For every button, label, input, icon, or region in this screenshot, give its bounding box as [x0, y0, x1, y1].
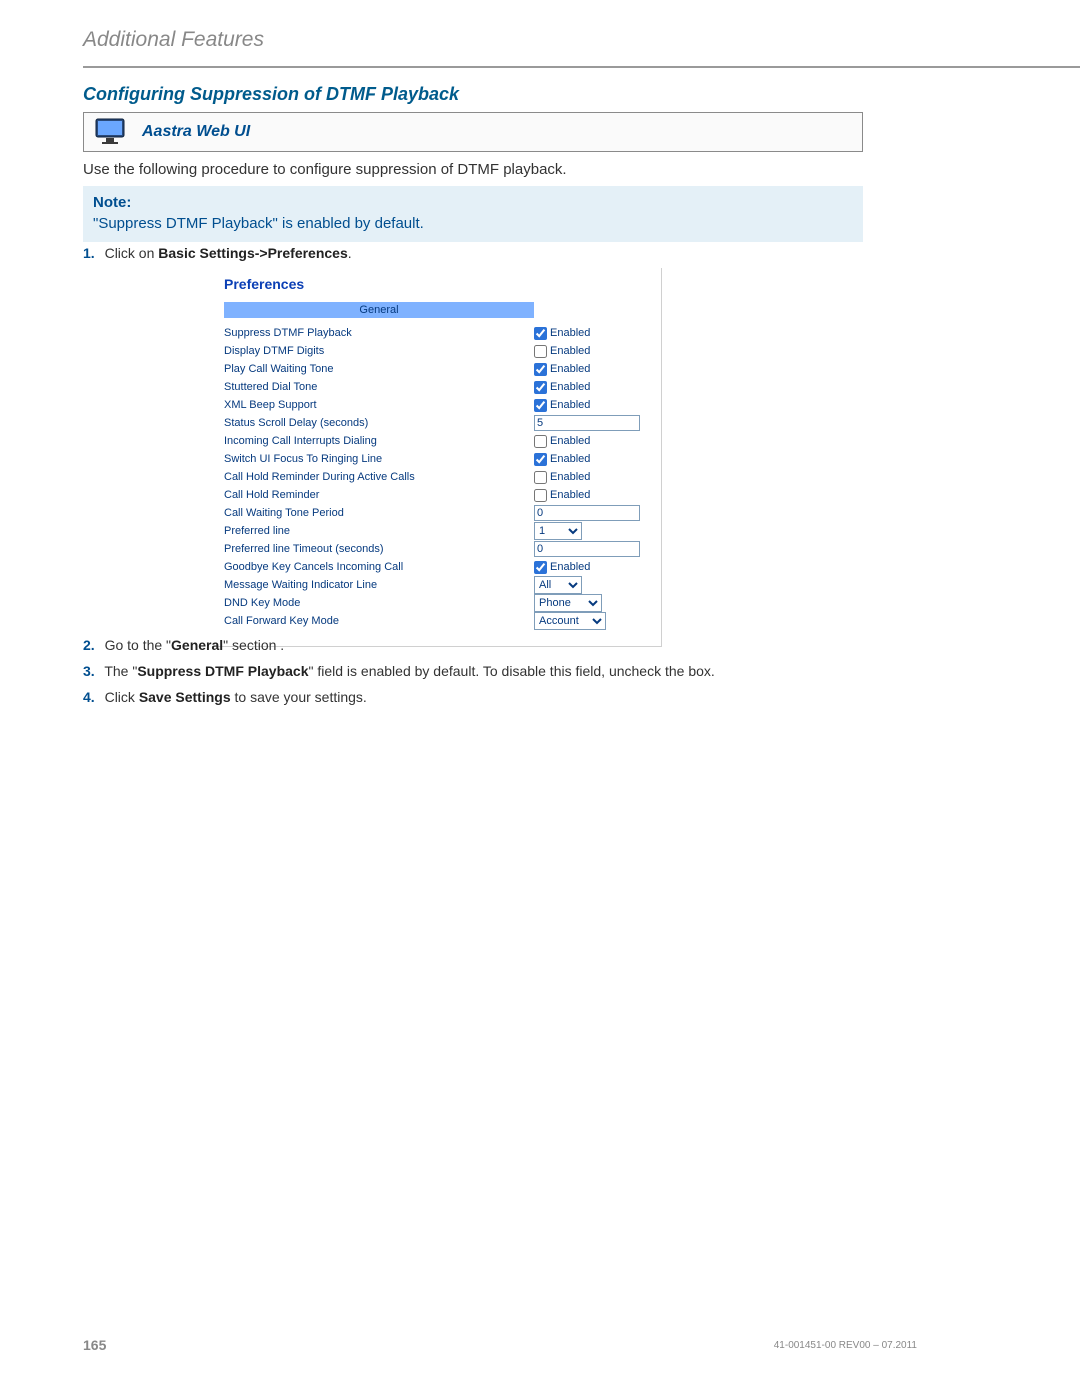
checkbox-goodbye-key-cancels[interactable] [534, 561, 547, 574]
step-2: 2. Go to the "General" section . [83, 637, 284, 653]
callout-label: Aastra Web UI [142, 123, 250, 141]
row-display-dtmf-digits: Display DTMF Digits Enabled [224, 342, 649, 360]
row-label: Goodbye Key Cancels Incoming Call [224, 561, 534, 573]
step-4: 4. Click Save Settings to save your sett… [83, 689, 367, 705]
step-2-pre: Go to the " [105, 637, 171, 653]
enabled-label: Enabled [550, 489, 590, 501]
enabled-label: Enabled [550, 381, 590, 393]
row-label: Preferred line [224, 525, 534, 537]
row-xml-beep-support: XML Beep Support Enabled [224, 396, 649, 414]
step-1-post: . [348, 245, 352, 261]
step-3-num: 3. [83, 663, 95, 679]
row-dnd-key-mode: DND Key Mode Phone [224, 594, 649, 612]
enabled-label: Enabled [550, 399, 590, 411]
row-label: Message Waiting Indicator Line [224, 579, 534, 591]
enabled-label: Enabled [550, 363, 590, 375]
row-suppress-dtmf-playback: Suppress DTMF Playback Enabled [224, 324, 649, 342]
running-head: Additional Features [83, 28, 264, 52]
step-1: 1. Click on Basic Settings->Preferences. [83, 245, 352, 261]
enabled-label: Enabled [550, 435, 590, 447]
page-number: 165 [83, 1337, 106, 1353]
enabled-label: Enabled [550, 453, 590, 465]
step-1-bold: Basic Settings->Preferences [158, 245, 347, 261]
monitor-icon [94, 117, 128, 147]
checkbox-stuttered-dial-tone[interactable] [534, 381, 547, 394]
step-4-num: 4. [83, 689, 95, 705]
step-4-pre: Click [105, 689, 139, 705]
select-cfw-key-mode[interactable]: Account [534, 612, 606, 630]
select-dnd-key-mode[interactable]: Phone [534, 594, 602, 612]
row-call-hold-reminder: Call Hold Reminder Enabled [224, 486, 649, 504]
row-label: Call Waiting Tone Period [224, 507, 534, 519]
row-label: Play Call Waiting Tone [224, 363, 534, 375]
row-label: Switch UI Focus To Ringing Line [224, 453, 534, 465]
input-preferred-line-timeout[interactable] [534, 541, 640, 557]
web-ui-callout: Aastra Web UI [83, 112, 863, 152]
section-title: Configuring Suppression of DTMF Playback [83, 84, 459, 105]
row-label: Incoming Call Interrupts Dialing [224, 435, 534, 447]
select-mwi-line[interactable]: All [534, 576, 582, 594]
row-goodbye-key-cancels: Goodbye Key Cancels Incoming Call Enable… [224, 558, 649, 576]
row-cfw-key-mode: Call Forward Key Mode Account [224, 612, 649, 630]
row-stuttered-dial-tone: Stuttered Dial Tone Enabled [224, 378, 649, 396]
enabled-label: Enabled [550, 471, 590, 483]
step-3: 3. The "Suppress DTMF Playback" field is… [83, 663, 715, 679]
enabled-label: Enabled [550, 345, 590, 357]
note-box: Note: "Suppress DTMF Playback" is enable… [83, 186, 863, 242]
checkbox-play-call-waiting-tone[interactable] [534, 363, 547, 376]
step-4-bold: Save Settings [139, 689, 231, 705]
step-4-post: to save your settings. [231, 689, 367, 705]
checkbox-xml-beep-support[interactable] [534, 399, 547, 412]
row-call-waiting-tone-period: Call Waiting Tone Period [224, 504, 649, 522]
row-incoming-call-interrupts: Incoming Call Interrupts Dialing Enabled [224, 432, 649, 450]
row-label: Display DTMF Digits [224, 345, 534, 357]
row-label: Stuttered Dial Tone [224, 381, 534, 393]
checkbox-call-hold-reminder-active[interactable] [534, 471, 547, 484]
row-mwi-line: Message Waiting Indicator Line All [224, 576, 649, 594]
row-label: Call Hold Reminder During Active Calls [224, 471, 534, 483]
row-preferred-line-timeout: Preferred line Timeout (seconds) [224, 540, 649, 558]
checkbox-switch-ui-focus[interactable] [534, 453, 547, 466]
row-label: Preferred line Timeout (seconds) [224, 543, 534, 555]
top-rule [83, 66, 1080, 68]
row-label: DND Key Mode [224, 597, 534, 609]
input-status-scroll-delay[interactable] [534, 415, 640, 431]
step-3-post: " field is enabled by default. To disabl… [308, 663, 714, 679]
general-header: General [224, 302, 534, 318]
enabled-label: Enabled [550, 561, 590, 573]
step-2-bold: General [171, 637, 223, 653]
step-2-num: 2. [83, 637, 95, 653]
row-status-scroll-delay: Status Scroll Delay (seconds) [224, 414, 649, 432]
row-preferred-line: Preferred line 1 [224, 522, 649, 540]
enabled-label: Enabled [550, 327, 590, 339]
row-label: Status Scroll Delay (seconds) [224, 417, 534, 429]
intro-text: Use the following procedure to configure… [83, 161, 567, 178]
checkbox-display-dtmf-digits[interactable] [534, 345, 547, 358]
checkbox-call-hold-reminder[interactable] [534, 489, 547, 502]
step-1-pre: Click on [105, 245, 159, 261]
page: Additional Features Configuring Suppress… [0, 0, 1080, 1397]
step-2-post: " section . [223, 637, 284, 653]
doc-id: 41-001451-00 REV00 – 07.2011 [774, 1340, 917, 1351]
step-3-bold: Suppress DTMF Playback [137, 663, 308, 679]
row-label: Suppress DTMF Playback [224, 327, 534, 339]
row-label: Call Forward Key Mode [224, 615, 534, 627]
row-label: XML Beep Support [224, 399, 534, 411]
step-3-pre: The " [104, 663, 137, 679]
row-switch-ui-focus: Switch UI Focus To Ringing Line Enabled [224, 450, 649, 468]
checkbox-incoming-call-interrupts[interactable] [534, 435, 547, 448]
row-call-hold-reminder-active: Call Hold Reminder During Active Calls E… [224, 468, 649, 486]
select-preferred-line[interactable]: 1 [534, 522, 582, 540]
preferences-rows: Suppress DTMF Playback Enabled Display D… [224, 324, 649, 630]
checkbox-suppress-dtmf-playback[interactable] [534, 327, 547, 340]
preferences-title: Preferences [224, 276, 649, 292]
input-call-waiting-tone-period[interactable] [534, 505, 640, 521]
row-play-call-waiting-tone: Play Call Waiting Tone Enabled [224, 360, 649, 378]
step-1-num: 1. [83, 245, 95, 261]
row-label: Call Hold Reminder [224, 489, 534, 501]
note-title: Note: [93, 194, 853, 211]
preferences-panel: Preferences General Suppress DTMF Playba… [212, 268, 662, 647]
note-body: "Suppress DTMF Playback" is enabled by d… [93, 215, 853, 232]
